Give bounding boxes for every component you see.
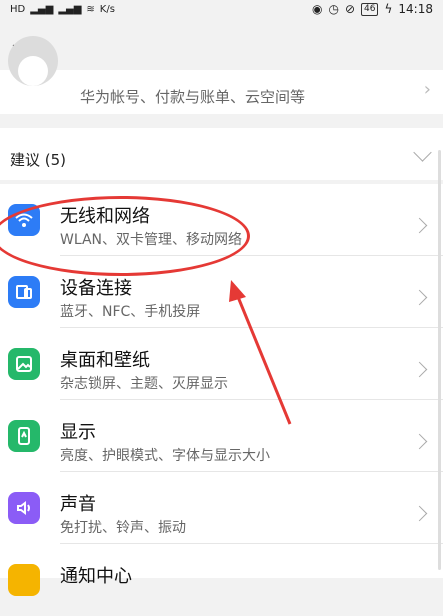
hd-icon: HD: [10, 3, 26, 15]
chevron-right-icon: [411, 361, 428, 378]
avatar[interactable]: [8, 36, 58, 86]
item-title: 显示: [60, 422, 96, 443]
settings-item-notification[interactable]: 通知中心: [0, 544, 443, 616]
settings-item-wallpaper[interactable]: 桌面和壁纸 杂志锁屏、主题、灭屏显示: [0, 328, 443, 400]
account-subtitle: 华为帐号、付款与账单、云空间等: [80, 88, 306, 106]
chevron-right-icon: [411, 505, 428, 522]
display-icon: [8, 420, 40, 452]
device-connect-icon: [8, 276, 40, 308]
item-title: 桌面和壁纸: [60, 350, 150, 371]
item-subtitle: 免打扰、铃声、振动: [60, 520, 186, 536]
network-speed: K/s: [99, 3, 115, 15]
eye-icon: ◉: [312, 2, 323, 16]
notification-icon: [8, 564, 40, 596]
item-subtitle: 杂志锁屏、主题、灭屏显示: [60, 376, 228, 392]
wallpaper-icon: [8, 348, 40, 380]
signal-icon: ▂▄▆: [30, 3, 54, 15]
account-row[interactable]: 华为帐号、付款与账单、云空间等 ›: [0, 36, 443, 114]
status-left: HD ▂▄▆ ▂▄▆ ≋ K/s: [10, 0, 115, 18]
sound-icon: [8, 492, 40, 524]
settings-item-display[interactable]: 显示 亮度、护眼模式、字体与显示大小: [0, 400, 443, 472]
wifi-icon: ≋: [86, 3, 95, 15]
clock-time: 14:18: [398, 2, 433, 16]
battery-level: 46: [361, 2, 379, 16]
item-title: 设备连接: [60, 278, 132, 299]
suggestions-row[interactable]: 建议 (5): [0, 128, 443, 180]
chevron-down-icon[interactable]: [413, 143, 432, 162]
suggestions-label: 建议 (5): [10, 151, 67, 169]
chevron-right-icon: ›: [423, 79, 431, 100]
charging-icon: ϟ: [384, 2, 393, 16]
alarm-icon: ◷: [328, 2, 339, 16]
mute-icon: ⊘: [344, 2, 356, 16]
item-subtitle: 蓝牙、NFC、手机投屏: [60, 304, 201, 320]
settings-item-sound[interactable]: 声音 免打扰、铃声、振动: [0, 472, 443, 544]
chevron-right-icon: [411, 217, 428, 234]
item-subtitle: 亮度、护眼模式、字体与显示大小: [60, 448, 270, 464]
status-right: ◉ ◷ ⊘ 46 ϟ 14:18: [312, 0, 433, 18]
item-title: 声音: [60, 494, 96, 515]
item-title: 通知中心: [60, 566, 132, 587]
status-bar: HD ▂▄▆ ▂▄▆ ≋ K/s ◉ ◷ ⊘ 46 ϟ 14:18: [0, 0, 443, 18]
signal-icon: ▂▄▆: [58, 3, 82, 15]
chevron-right-icon: [411, 433, 428, 450]
annotation-ellipse: [0, 196, 250, 276]
scrollbar[interactable]: [438, 150, 441, 570]
chevron-right-icon: [411, 289, 428, 306]
